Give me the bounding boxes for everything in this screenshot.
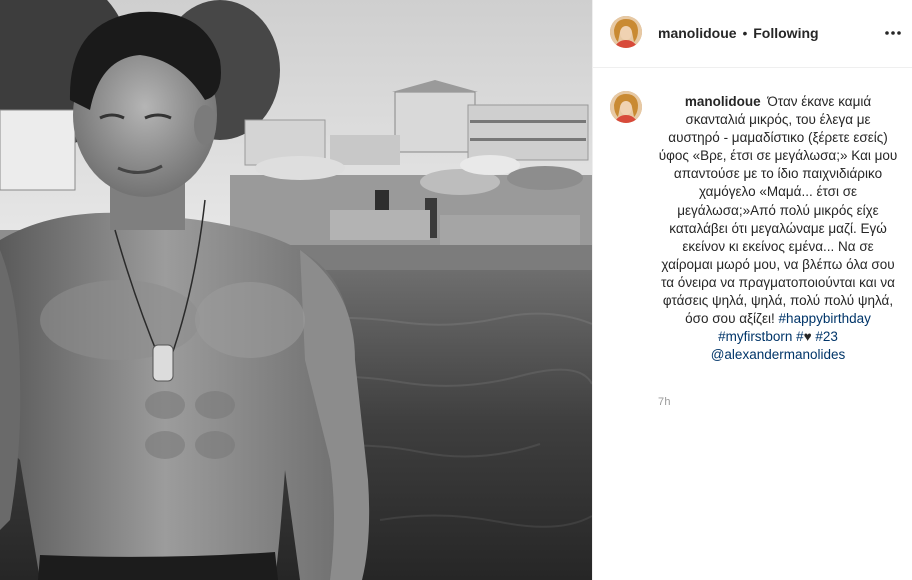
post-timestamp[interactable]: 7h (658, 396, 671, 408)
mention-alexandermanolides[interactable]: @alexandermanolides (711, 347, 846, 362)
caption-author-avatar[interactable] (610, 91, 642, 123)
post-header: manolidoue • Following (593, 0, 912, 68)
author-avatar[interactable] (610, 16, 642, 48)
caption-text: manolidoue Όταν έκανε καμιά σκανταλιά μι… (658, 93, 898, 364)
hashtag-myfirstborn[interactable]: #myfirstborn (718, 329, 792, 344)
header-text: manolidoue • Following (658, 24, 819, 42)
hashtag-happybirthday[interactable]: #happybirthday (779, 311, 871, 326)
post-details-panel: manolidoue • Following manolidoue Όταν έ… (592, 0, 912, 580)
caption-username[interactable]: manolidoue (685, 94, 761, 109)
post-image (0, 0, 592, 580)
separator-dot: • (742, 25, 748, 41)
hashtag-23[interactable]: #23 (815, 329, 838, 344)
more-options-icon[interactable] (883, 26, 903, 40)
following-button[interactable]: Following (753, 25, 818, 41)
heart-icon: ♥ (803, 329, 812, 345)
hashtag-heart[interactable]: # (796, 329, 804, 344)
post-photo[interactable] (0, 0, 592, 580)
caption-body: Όταν έκανε καμιά σκανταλιά μικρός, του έ… (658, 94, 898, 327)
author-username[interactable]: manolidoue (658, 25, 737, 41)
